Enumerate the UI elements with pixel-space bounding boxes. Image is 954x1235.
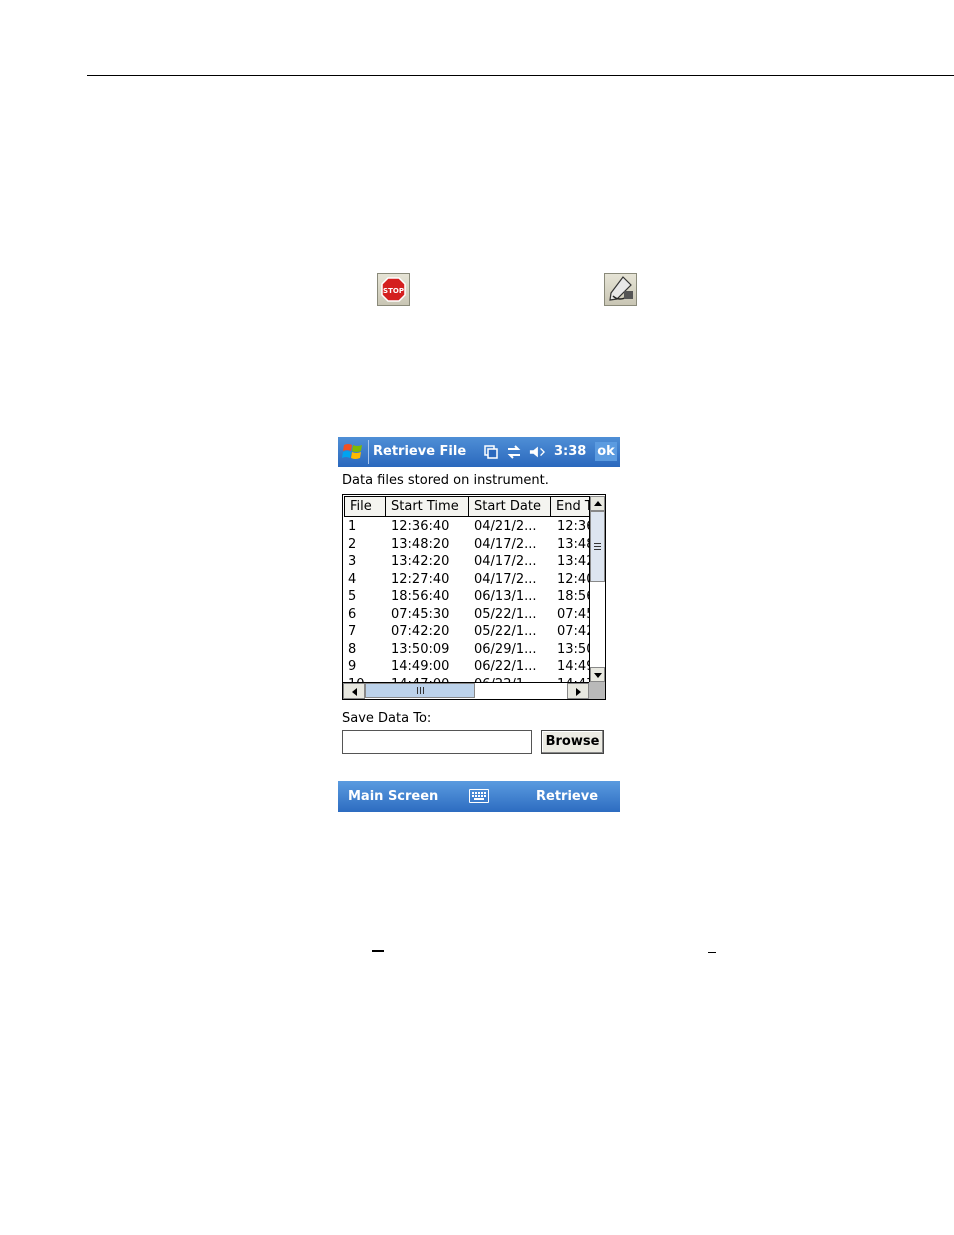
start-menu-icon[interactable] <box>341 441 365 463</box>
cell-file: 3 <box>348 554 357 569</box>
table-row[interactable]: 9 14:49:00 06/22/1... 14:49 <box>343 658 590 675</box>
column-header-file[interactable]: File <box>344 496 386 517</box>
connectivity-icon[interactable] <box>506 444 522 460</box>
clock[interactable]: 3:38 <box>554 444 586 459</box>
save-path-input[interactable] <box>342 730 532 754</box>
browse-button[interactable]: Browse <box>541 730 604 754</box>
cell-start-time: 14:49:00 <box>391 659 450 674</box>
soft-key-bar: Main Screen Retrieve <box>338 781 620 812</box>
cell-start-date: 06/13/1... <box>474 589 537 604</box>
save-data-label: Save Data To: <box>342 711 432 726</box>
cell-file: 6 <box>348 606 357 622</box>
horizontal-scroll-thumb[interactable] <box>365 683 475 698</box>
file-list[interactable]: File Start Time Start Date End T 1 12:36… <box>342 494 606 700</box>
ok-button[interactable]: ok <box>595 442 617 461</box>
cell-start-time: 07:42:20 <box>391 624 450 639</box>
cell-start-time: 12:36:40 <box>391 519 450 534</box>
cell-start-time: 12:27:40 <box>391 571 450 587</box>
table-row[interactable]: 8 13:50:09 06/29/1... 13:50 <box>343 641 590 658</box>
column-header-start-date[interactable]: Start Date <box>468 496 551 517</box>
table-row[interactable]: 3 13:42:20 04/17/2... 13:42 <box>343 553 590 570</box>
column-header-start-time[interactable]: Start Time <box>385 496 469 517</box>
cell-start-date: 04/21/2... <box>474 519 537 534</box>
cell-start-date: 06/22/1... <box>474 659 537 674</box>
column-header-end-time[interactable]: End T <box>550 496 590 517</box>
vertical-scrollbar[interactable] <box>589 496 605 682</box>
volume-muted-icon[interactable] <box>529 444 545 460</box>
title-separator <box>368 440 369 464</box>
table-row[interactable]: 4 12:27:40 04/17/2... 12:40 <box>343 571 590 588</box>
retrieve-softkey[interactable]: Retrieve <box>536 789 598 804</box>
horizontal-scrollbar[interactable] <box>343 682 589 699</box>
cell-start-date: 05/22/1... <box>474 624 537 639</box>
windows-icon[interactable] <box>483 444 499 460</box>
scroll-left-icon[interactable] <box>343 683 365 699</box>
retrieve-data-icon[interactable] <box>604 273 637 306</box>
scroll-up-icon[interactable] <box>590 496 605 511</box>
cell-end-time: 07:45 <box>557 606 590 622</box>
scroll-right-icon[interactable] <box>567 683 589 699</box>
table-row[interactable]: 1 12:36:40 04/21/2... 12:36 <box>343 518 590 535</box>
cell-start-time: 07:45:30 <box>391 606 450 622</box>
cell-file: 7 <box>348 624 357 639</box>
cell-end-time: 12:40 <box>557 571 590 587</box>
cell-file: 8 <box>348 641 357 657</box>
window-title: Retrieve File <box>373 444 467 459</box>
cell-end-time: 13:48 <box>557 536 590 552</box>
cell-end-time: 12:36 <box>557 519 590 534</box>
cell-end-time: 13:42 <box>557 554 590 569</box>
cell-file: 5 <box>348 589 357 604</box>
cell-start-date: 06/29/1... <box>474 641 537 657</box>
cell-start-time: 13:50:09 <box>391 641 450 657</box>
underline-mark <box>372 950 384 952</box>
cell-file: 4 <box>348 571 357 587</box>
cell-start-time: 13:42:20 <box>391 554 450 569</box>
device-screen: Retrieve File 3:38 ok Data files stored … <box>338 437 620 812</box>
cell-end-time: 14:49 <box>557 659 590 674</box>
keyboard-icon[interactable] <box>469 789 489 803</box>
cell-end-time: 07:42 <box>557 624 590 639</box>
cell-end-time: 18:56 <box>557 589 590 604</box>
cell-start-date: 04/17/2... <box>474 554 537 569</box>
title-bar: Retrieve File 3:38 ok <box>338 437 620 467</box>
cell-file: 9 <box>348 659 357 674</box>
underline-mark <box>708 952 716 953</box>
cell-start-date: 04/17/2... <box>474 536 537 552</box>
table-row[interactable]: 2 13:48:20 04/17/2... 13:48 <box>343 536 590 553</box>
scrollbar-corner <box>589 682 605 699</box>
stop-icon[interactable]: STOP <box>377 273 410 306</box>
main-screen-softkey[interactable]: Main Screen <box>348 789 438 804</box>
cell-start-date: 05/22/1... <box>474 606 537 622</box>
cell-start-time: 13:48:20 <box>391 536 450 552</box>
list-caption: Data files stored on instrument. <box>342 473 549 488</box>
cell-end-time: 13:50 <box>557 641 590 657</box>
cell-start-date: 04/17/2... <box>474 571 537 587</box>
vertical-scroll-thumb[interactable] <box>590 511 605 582</box>
table-row[interactable]: 5 18:56:40 06/13/1... 18:56 <box>343 588 590 605</box>
svg-text:STOP: STOP <box>383 287 404 295</box>
table-row[interactable]: 6 07:45:30 05/22/1... 07:45 <box>343 606 590 623</box>
page-header-rule <box>87 75 954 76</box>
cell-file: 2 <box>348 536 357 552</box>
scroll-down-icon[interactable] <box>590 667 605 682</box>
cell-start-time: 18:56:40 <box>391 589 450 604</box>
cell-file: 1 <box>348 519 357 534</box>
table-row[interactable]: 7 07:42:20 05/22/1... 07:42 <box>343 623 590 640</box>
